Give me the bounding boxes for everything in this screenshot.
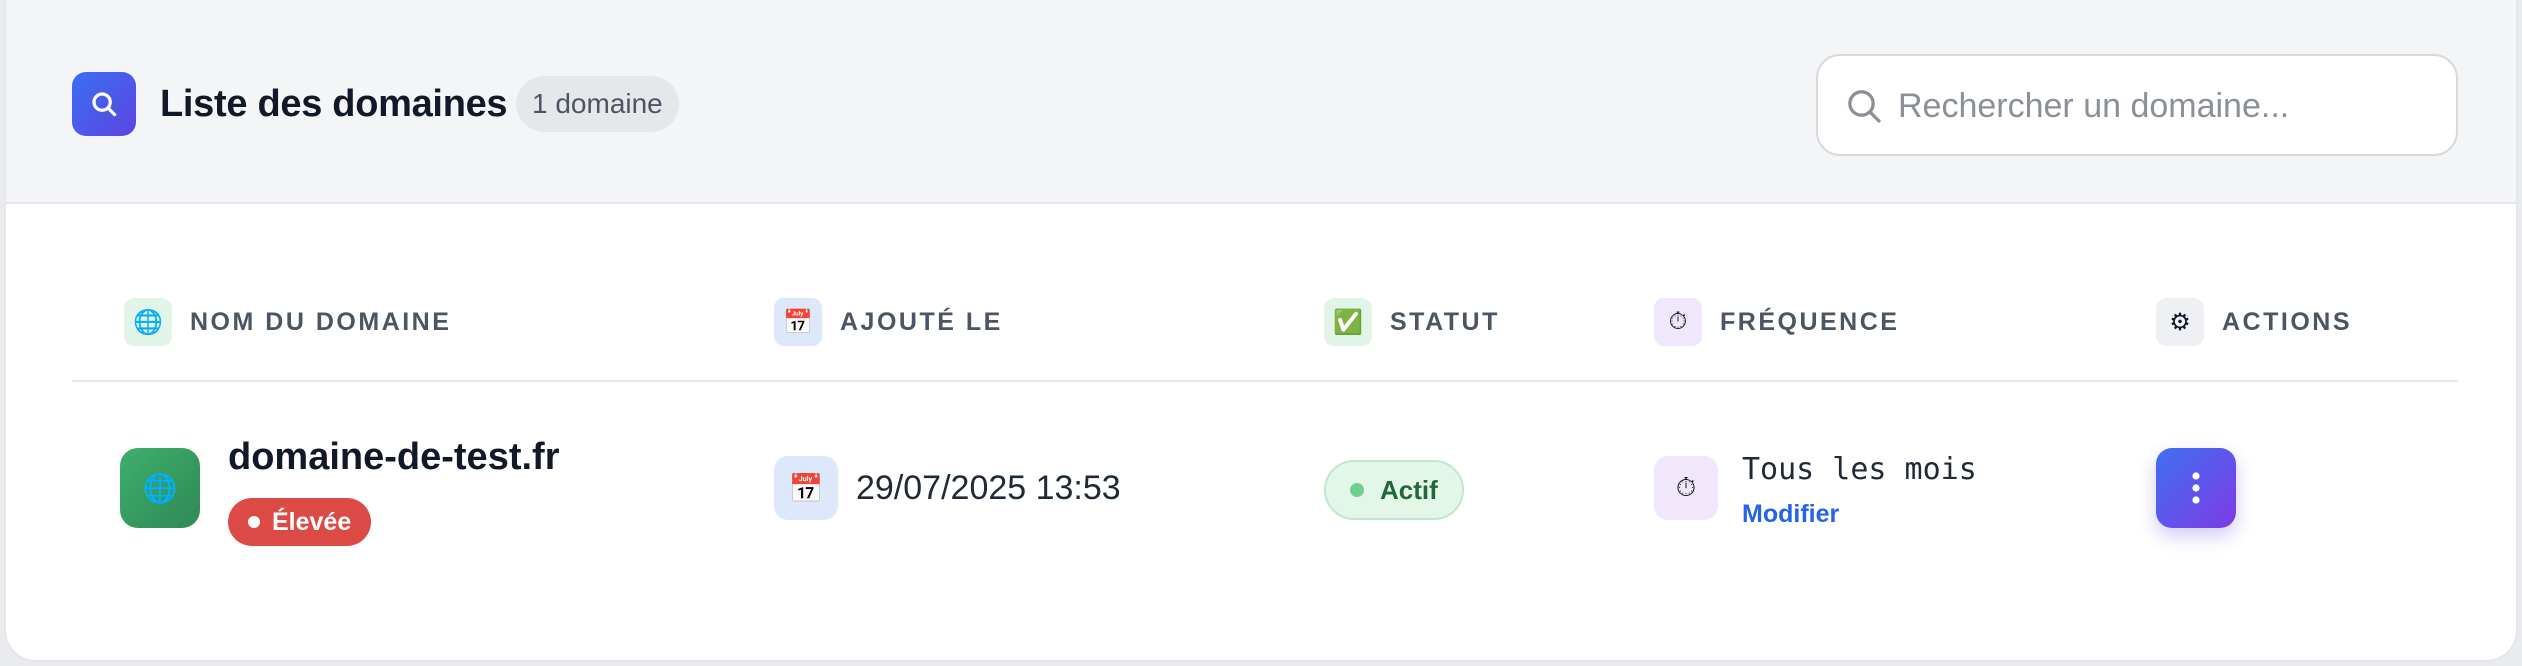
column-header-added[interactable]: 📅 AJOUTÉ LE	[774, 298, 1003, 346]
check-icon: ✅	[1324, 298, 1372, 346]
status-label: Actif	[1380, 474, 1438, 505]
globe-icon: 🌐	[124, 298, 172, 346]
modify-frequency-link[interactable]: Modifier	[1742, 498, 1839, 530]
domain-count-badge: 1 domaine	[516, 76, 679, 132]
column-label: AJOUTÉ LE	[840, 307, 1003, 336]
card-header: Liste des domaines 1 domaine	[6, 0, 2516, 204]
calendar-icon: 📅	[774, 298, 822, 346]
priority-dot	[248, 516, 260, 528]
column-header-frequency[interactable]: ⏱ FRÉQUENCE	[1654, 298, 1899, 346]
stopwatch-icon: ⏱	[1654, 298, 1702, 346]
table-row: 🌐 domaine-de-test.fr Élevée 📅 29/07/2025…	[72, 382, 2458, 602]
search-input[interactable]	[1898, 76, 2438, 136]
column-header-domain[interactable]: 🌐 NOM DU DOMAINE	[124, 298, 451, 346]
search-icon	[72, 72, 136, 136]
page-title: Liste des domaines	[160, 83, 508, 125]
domain-name[interactable]: domaine-de-test.fr	[228, 434, 559, 480]
status-badge: Actif	[1324, 460, 1464, 520]
row-actions-button[interactable]	[2156, 448, 2236, 528]
domains-card: Liste des domaines 1 domaine 🌐 NOM DU DO…	[4, 0, 2518, 662]
column-header-status[interactable]: ✅ STATUT	[1324, 298, 1500, 346]
more-vertical-icon	[2192, 472, 2200, 504]
column-header-actions: ⚙ ACTIONS	[2156, 298, 2352, 346]
status-dot	[1350, 483, 1364, 497]
search-box[interactable]	[1816, 54, 2458, 156]
search-icon	[1848, 90, 1881, 123]
gear-icon: ⚙	[2156, 298, 2204, 346]
globe-icon: 🌐	[120, 448, 200, 528]
table-header: 🌐 NOM DU DOMAINE 📅 AJOUTÉ LE ✅ STATUT ⏱ …	[72, 280, 2458, 382]
calendar-icon: 📅	[774, 456, 838, 520]
stopwatch-icon: ⏱	[1654, 456, 1718, 520]
column-label: ACTIONS	[2222, 307, 2352, 336]
column-label: NOM DU DOMAINE	[190, 307, 452, 336]
priority-badge: Élevée	[228, 498, 372, 546]
column-label: STATUT	[1390, 307, 1500, 336]
priority-label: Élevée	[272, 508, 352, 536]
column-label: FRÉQUENCE	[1720, 307, 1900, 336]
added-date: 29/07/2025 13:53	[856, 469, 1121, 507]
frequency-value: Tous les mois	[1742, 452, 1977, 487]
